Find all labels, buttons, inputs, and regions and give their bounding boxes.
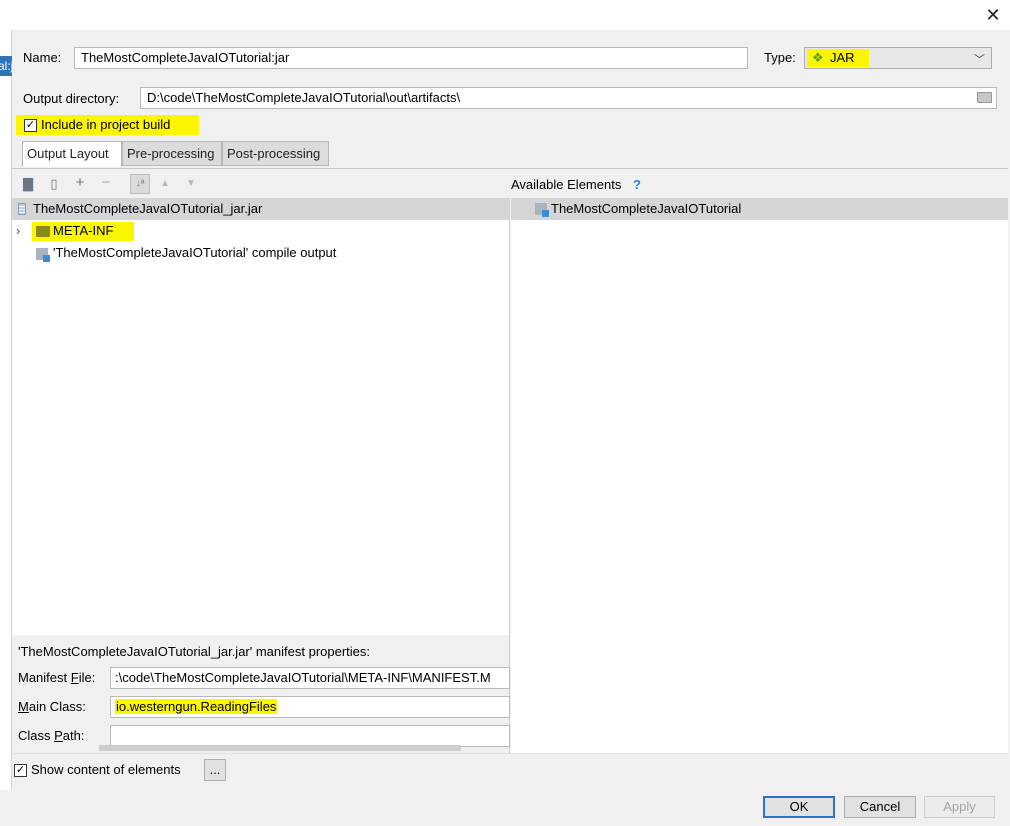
add-icon[interactable]: + [72, 175, 88, 191]
show-content-checkbox[interactable]: ✓ [14, 764, 27, 777]
close-icon[interactable]: ✕ [980, 4, 1006, 26]
available-elements-panel [511, 170, 1008, 753]
new-folder-icon[interactable]: ▇ [20, 176, 36, 192]
jar-type-icon: ❖ [812, 50, 824, 65]
type-select[interactable]: ❖ JAR ﹀ [804, 47, 992, 69]
tree-root-row[interactable]: TheMostCompleteJavaIOTutorial_jar.jar [12, 198, 510, 220]
name-label: Name: [23, 50, 62, 65]
layout-toolbar: ▇ ▯ + − ↓ᵃ ▲ ▼ [12, 170, 510, 198]
artifacts-list-strip [0, 30, 12, 790]
tree-root-label: TheMostCompleteJavaIOTutorial_jar.jar [33, 201, 263, 216]
include-in-build-label: Include in project build [41, 117, 171, 132]
artifact-list-selected-item[interactable]: al:ja [0, 56, 12, 76]
main-class-label: Main Class: [18, 699, 86, 714]
available-item-label: TheMostCompleteJavaIOTutorial [551, 201, 742, 216]
available-item-module[interactable]: TheMostCompleteJavaIOTutorial [511, 198, 1008, 220]
type-label: Type: [764, 50, 796, 65]
show-content-label: Show content of elements [31, 762, 181, 777]
cancel-button[interactable]: Cancel [844, 796, 916, 818]
output-directory-field[interactable]: D:\code\TheMostCompleteJavaIOTutorial\ou… [140, 87, 997, 109]
tree-item-label: 'TheMostCompleteJavaIOTutorial' compile … [53, 245, 337, 260]
include-in-build-checkbox[interactable]: ✓ [24, 119, 37, 132]
sort-icon[interactable]: ↓ᵃ [130, 174, 150, 194]
type-value: JAR [830, 50, 855, 65]
artifact-list-item-label: al:ja [0, 59, 12, 73]
manifest-file-label: Manifest File: [18, 670, 96, 685]
output-directory-label: Output directory: [23, 91, 120, 106]
jar-icon [18, 203, 26, 215]
tab-output-layout[interactable]: Output Layout [22, 141, 122, 167]
module-icon [535, 203, 549, 217]
manifest-horizontal-scrollbar[interactable] [99, 745, 461, 751]
move-up-icon[interactable]: ▲ [157, 176, 173, 192]
tree-item-meta-inf[interactable]: › META-INF [12, 220, 510, 242]
manifest-title: 'TheMostCompleteJavaIOTutorial_jar.jar' … [18, 644, 371, 659]
move-down-icon[interactable]: ▼ [183, 176, 199, 192]
remove-icon[interactable]: − [98, 175, 114, 191]
manifest-file-field[interactable]: :\code\TheMostCompleteJavaIOTutorial\MET… [110, 667, 510, 689]
title-bar [0, 0, 1010, 30]
tree-item-label: META-INF [53, 223, 114, 238]
tab-post-processing[interactable]: Post-processing [222, 141, 329, 166]
name-field[interactable]: TheMostCompleteJavaIOTutorial:jar [74, 47, 748, 69]
chevron-down-icon: ﹀ [974, 54, 985, 66]
folder-icon [36, 226, 50, 237]
help-icon[interactable]: ? [633, 176, 641, 194]
tree-item-compile-output[interactable]: 'TheMostCompleteJavaIOTutorial' compile … [12, 242, 510, 264]
ok-button[interactable]: OK [763, 796, 835, 818]
main-class-field[interactable]: io.westerngun.ReadingFiles [110, 696, 510, 718]
module-icon [36, 248, 50, 262]
chevron-right-icon[interactable]: › [16, 220, 20, 242]
available-elements-header: Available Elements ? [511, 170, 1008, 198]
available-elements-title: Available Elements [511, 177, 622, 192]
class-path-label: Class Path: [18, 728, 85, 743]
class-path-field[interactable] [110, 725, 510, 747]
show-content-options-button[interactable]: ... [204, 759, 226, 781]
tab-pre-processing[interactable]: Pre-processing [122, 141, 222, 166]
main-class-value: io.westerngun.ReadingFiles [115, 699, 278, 714]
apply-button[interactable]: Apply [924, 796, 995, 818]
archive-icon[interactable]: ▯ [46, 176, 62, 192]
browse-folder-icon[interactable] [977, 92, 992, 103]
